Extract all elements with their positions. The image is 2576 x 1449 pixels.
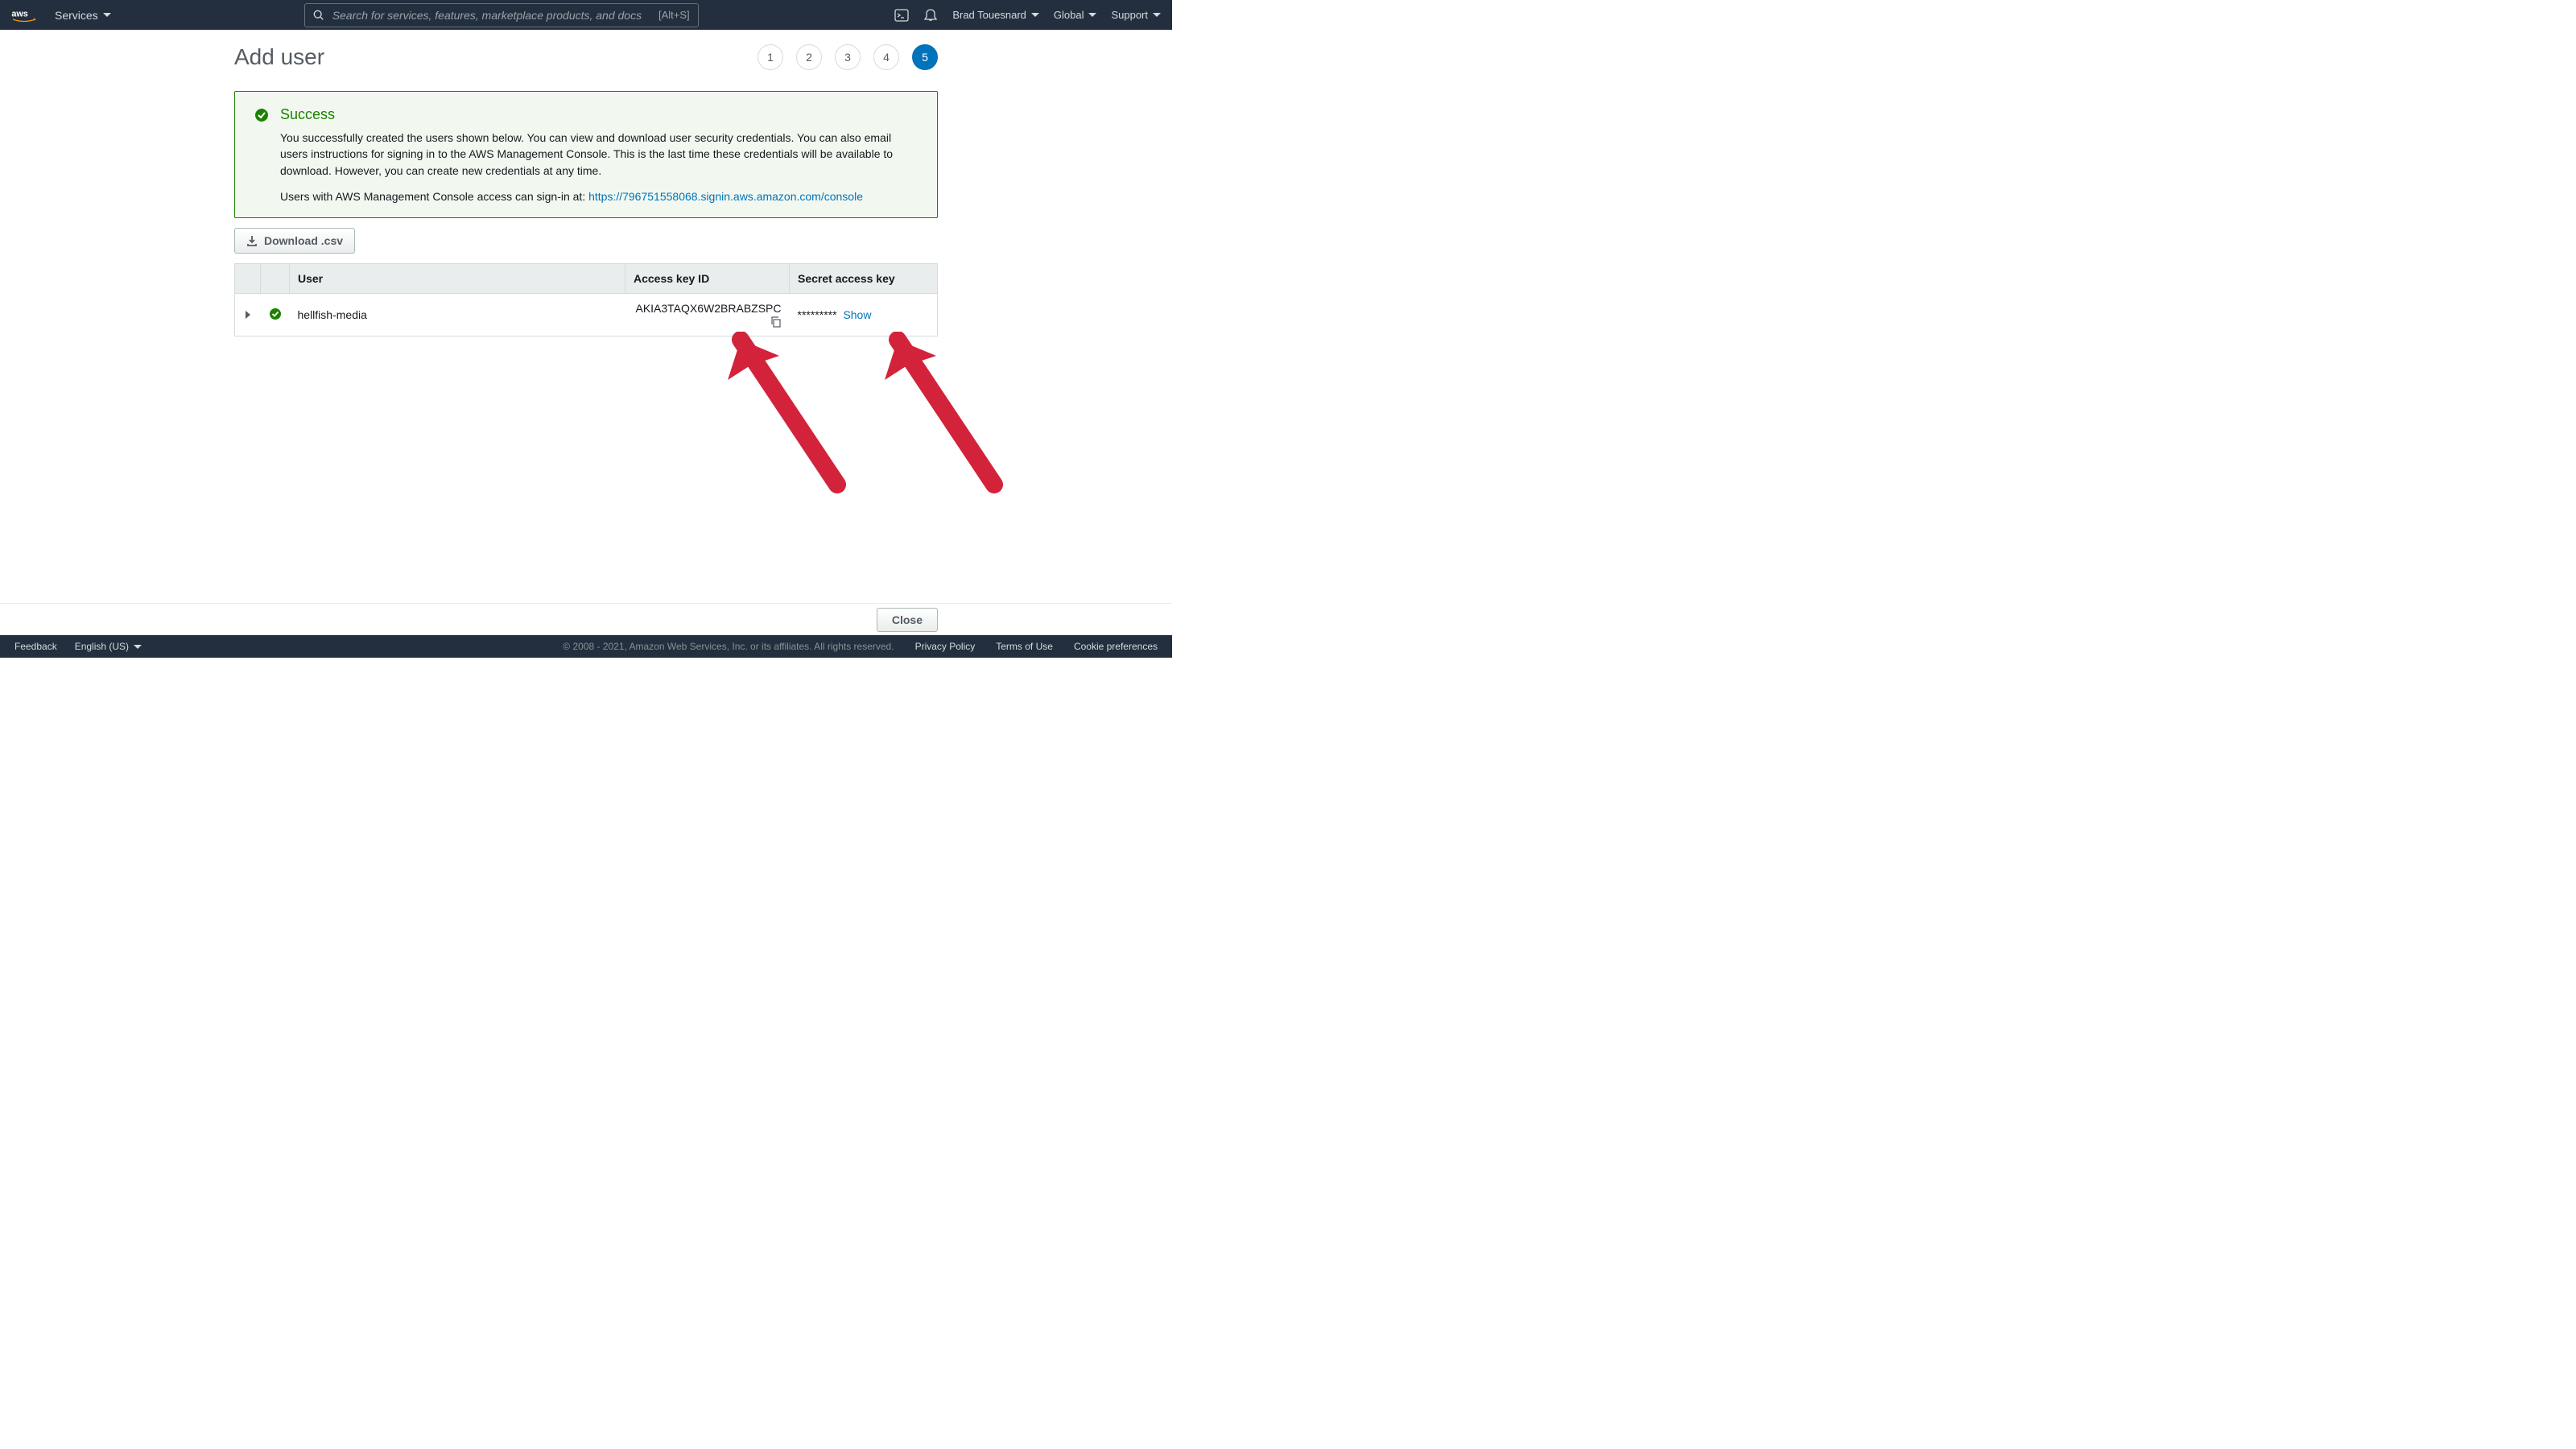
page-title: Add user — [234, 44, 324, 70]
show-secret-link[interactable]: Show — [843, 308, 871, 321]
search-container[interactable]: [Alt+S] — [304, 3, 699, 27]
table-row: hellfish-media AKIA3TAQX6W2BRABZSPC ****… — [235, 293, 938, 336]
expand-caret-icon — [246, 311, 250, 319]
header-right: Brad Touesnard Global Support — [894, 8, 1161, 23]
aws-logo[interactable]: aws — [11, 7, 39, 23]
footer: Feedback English (US) © 2008 - 2021, Ama… — [0, 635, 1172, 658]
support-label: Support — [1111, 9, 1148, 21]
col-expand — [235, 263, 261, 293]
success-signin: Users with AWS Management Console access… — [280, 190, 918, 203]
search-input[interactable] — [332, 9, 658, 22]
region-menu[interactable]: Global — [1054, 9, 1097, 21]
close-button[interactable]: Close — [877, 608, 938, 632]
caret-down-icon — [134, 645, 142, 649]
search-shortcut: [Alt+S] — [658, 9, 690, 21]
caret-down-icon — [103, 13, 111, 17]
copyright-text: © 2008 - 2021, Amazon Web Services, Inc.… — [563, 641, 894, 652]
support-menu[interactable]: Support — [1111, 9, 1161, 21]
account-menu[interactable]: Brad Touesnard — [952, 9, 1039, 21]
users-table: User Access key ID Secret access key hel… — [234, 263, 938, 336]
main-content: Add user 1 2 3 4 5 Success You successfu… — [0, 30, 1172, 603]
copy-icon[interactable] — [770, 316, 782, 328]
table-header-row: User Access key ID Secret access key — [235, 263, 938, 293]
col-access-key: Access key ID — [625, 263, 790, 293]
col-status — [261, 263, 290, 293]
services-label: Services — [55, 9, 98, 22]
success-title: Success — [280, 106, 918, 123]
download-icon — [246, 235, 258, 246]
signin-url-link[interactable]: https://796751558068.signin.aws.amazon.c… — [588, 190, 863, 203]
success-check-icon — [254, 108, 269, 122]
svg-text:aws: aws — [11, 9, 27, 19]
success-alert: Success You successfully created the use… — [234, 91, 938, 218]
notifications-icon[interactable] — [923, 8, 938, 23]
footer-right: © 2008 - 2021, Amazon Web Services, Inc.… — [563, 641, 1158, 652]
feedback-link[interactable]: Feedback — [14, 641, 57, 652]
annotation-arrow-2 — [873, 332, 1010, 501]
region-label: Global — [1054, 9, 1084, 21]
wizard-steps: 1 2 3 4 5 — [758, 44, 938, 70]
access-key-cell: AKIA3TAQX6W2BRABZSPC — [625, 293, 790, 336]
caret-down-icon — [1153, 13, 1161, 17]
top-nav: aws Services [Alt+S] Brad Touesnard Glob… — [0, 0, 1172, 30]
user-cell: hellfish-media — [290, 293, 625, 336]
page-header: Add user 1 2 3 4 5 — [234, 44, 938, 70]
caret-down-icon — [1031, 13, 1039, 17]
cloudshell-icon[interactable] — [894, 8, 909, 23]
secret-cell: ********* Show — [790, 293, 938, 336]
step-1[interactable]: 1 — [758, 44, 783, 70]
cookies-link[interactable]: Cookie preferences — [1074, 641, 1158, 652]
status-cell — [261, 293, 290, 336]
username-label: Brad Touesnard — [952, 9, 1026, 21]
secret-masked: ********* — [798, 308, 837, 321]
success-body: You successfully created the users shown… — [280, 130, 918, 179]
status-success-icon — [269, 308, 282, 320]
expand-cell[interactable] — [235, 293, 261, 336]
search-icon — [313, 10, 324, 21]
footer-left: Feedback English (US) — [14, 641, 142, 652]
success-content: Success You successfully created the use… — [280, 106, 918, 203]
caret-down-icon — [1088, 13, 1096, 17]
signin-prefix: Users with AWS Management Console access… — [280, 190, 588, 203]
services-menu[interactable]: Services — [55, 9, 111, 22]
download-csv-button[interactable]: Download .csv — [234, 228, 355, 254]
action-bar: Close — [0, 603, 1172, 635]
language-label: English (US) — [75, 641, 129, 652]
annotation-arrow-1 — [716, 332, 853, 501]
privacy-link[interactable]: Privacy Policy — [915, 641, 976, 652]
language-menu[interactable]: English (US) — [75, 641, 142, 652]
col-secret: Secret access key — [790, 263, 938, 293]
access-key-value: AKIA3TAQX6W2BRABZSPC — [635, 302, 781, 315]
step-2[interactable]: 2 — [796, 44, 822, 70]
terms-link[interactable]: Terms of Use — [996, 641, 1053, 652]
step-4[interactable]: 4 — [873, 44, 899, 70]
download-label: Download .csv — [264, 234, 343, 247]
col-user: User — [290, 263, 625, 293]
step-5[interactable]: 5 — [912, 44, 938, 70]
step-3[interactable]: 3 — [835, 44, 861, 70]
